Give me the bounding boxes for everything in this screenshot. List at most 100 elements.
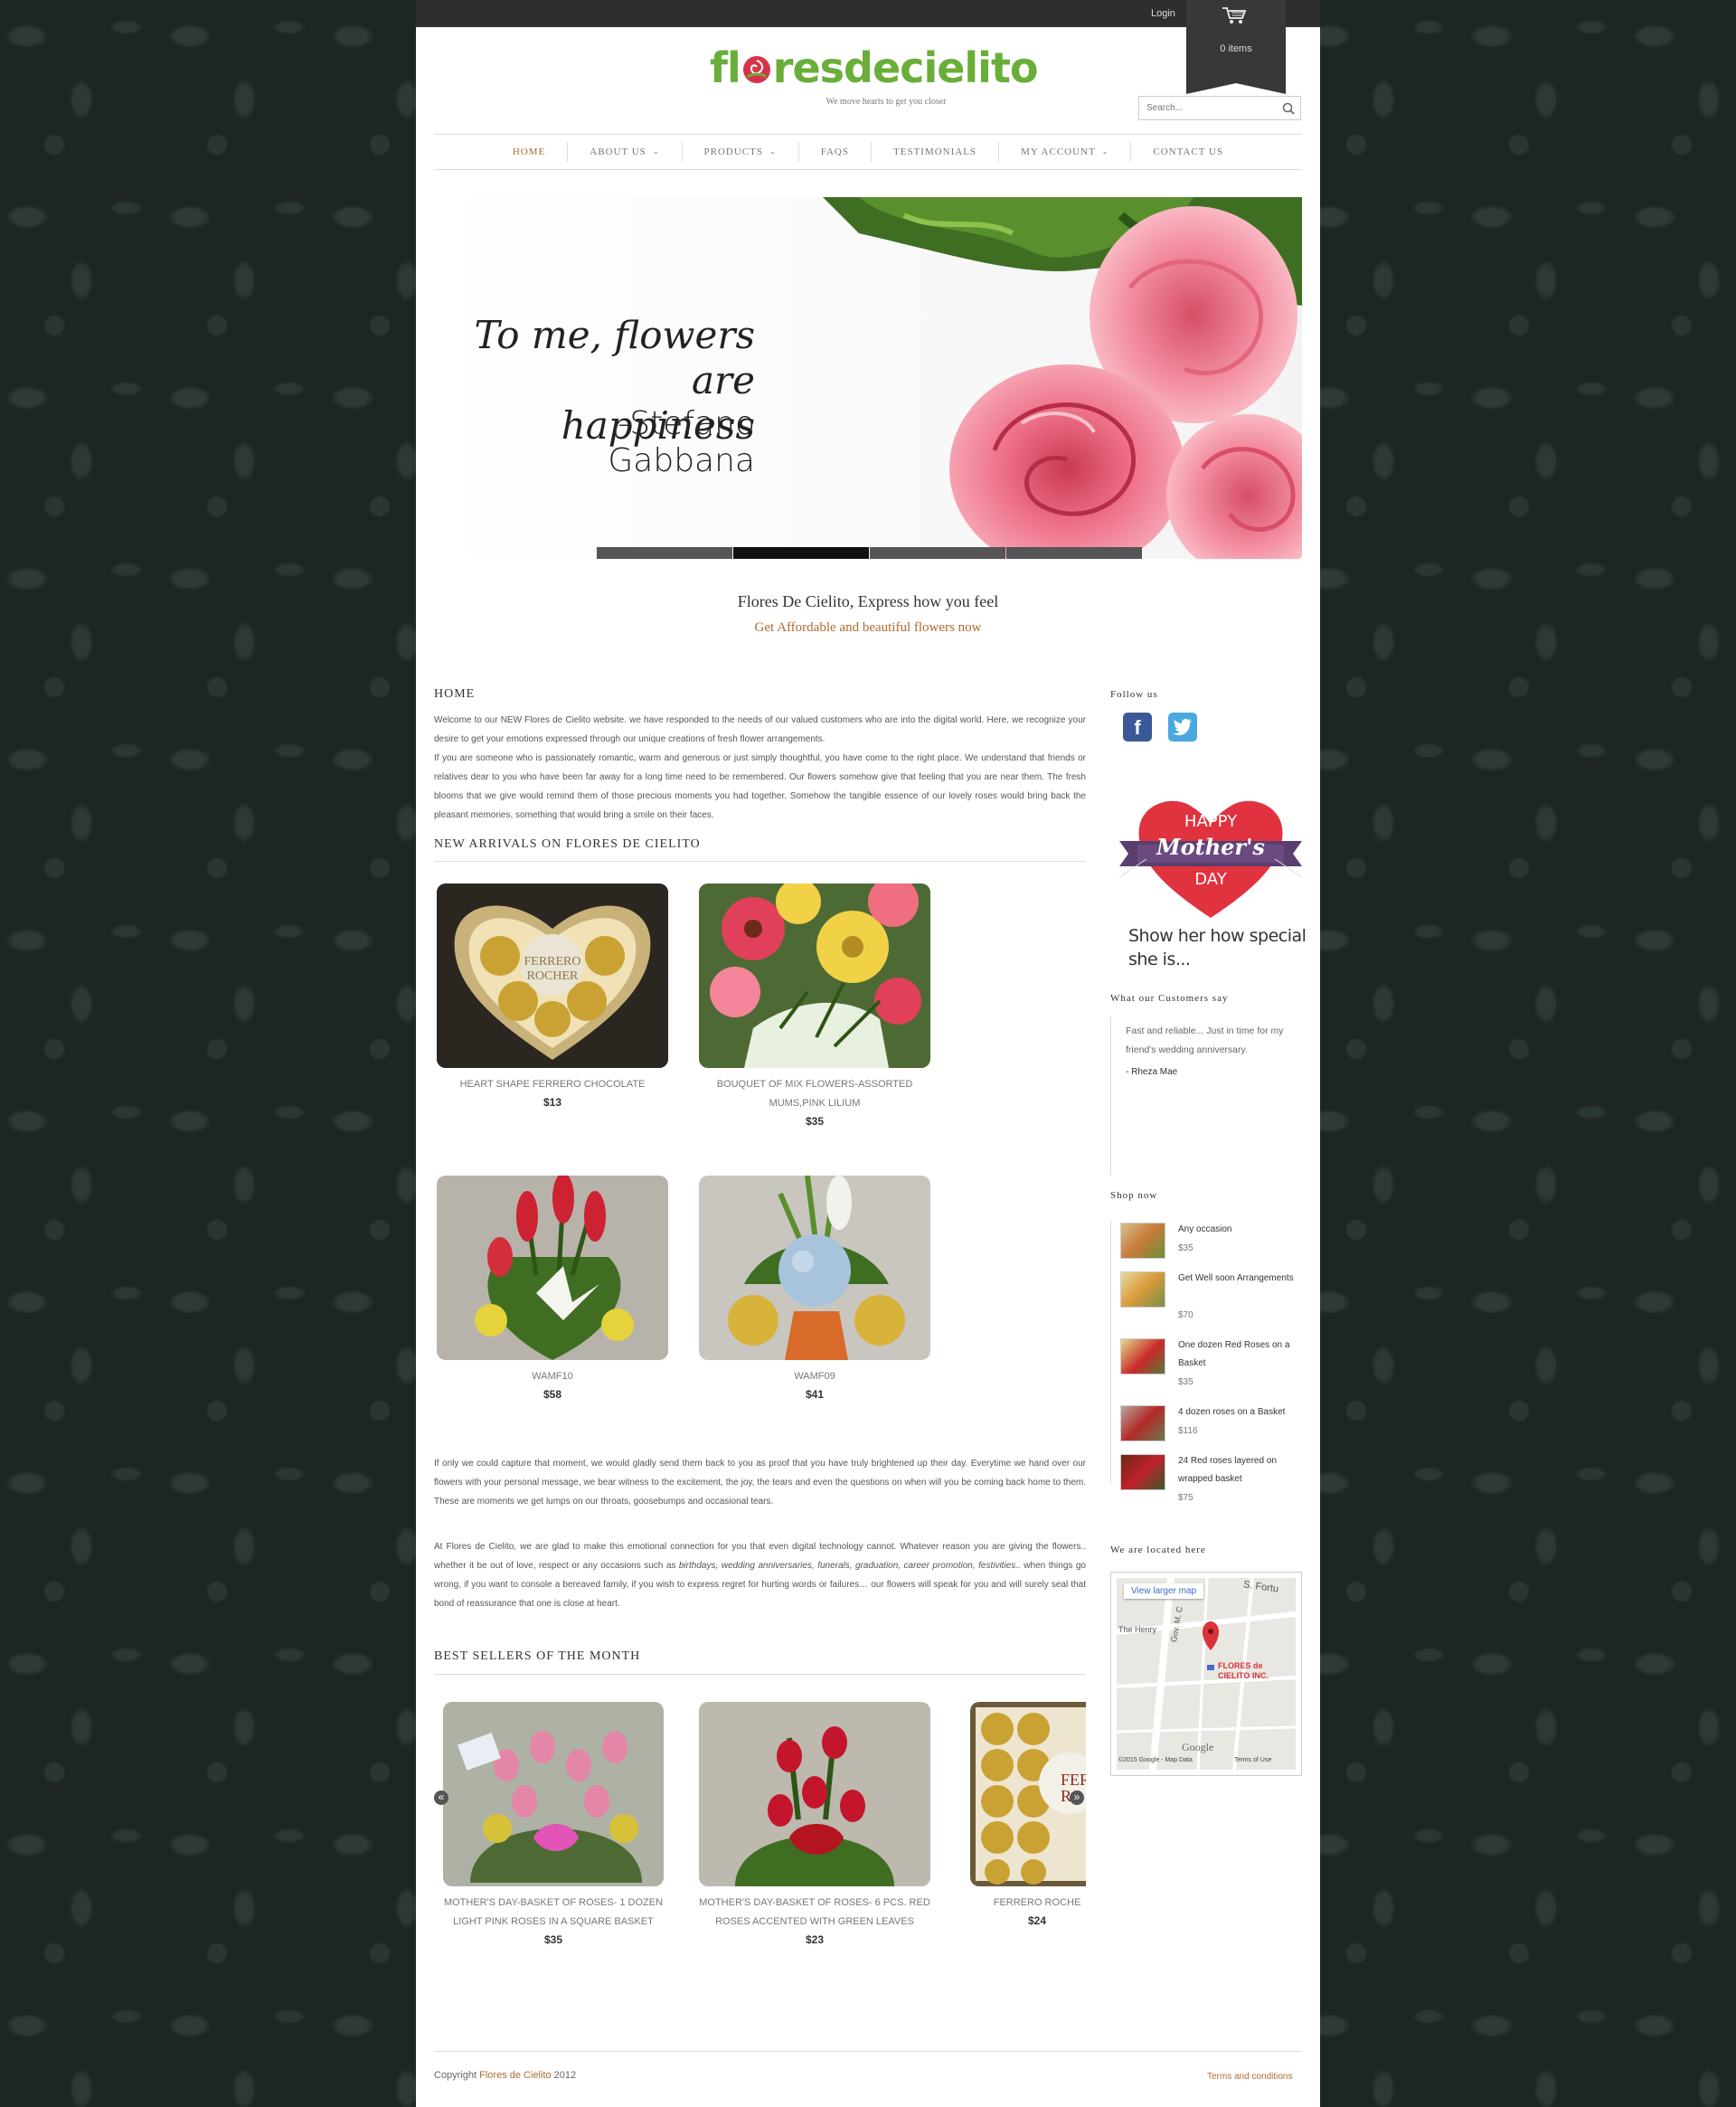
logo-text-end: resdecielito: [772, 43, 1039, 92]
product-image[interactable]: [699, 883, 930, 1068]
product-card[interactable]: FERRE RO FERRERO ROCHE $24: [970, 1702, 1086, 1929]
promo-text: Show her how special she is...: [1128, 926, 1307, 969]
slider-dot-2[interactable]: [733, 547, 869, 559]
nav-item-products[interactable]: PRODUCTS ⌄: [683, 142, 799, 162]
product-price: $24: [970, 1913, 1086, 1929]
shop-thumb[interactable]: [1120, 1271, 1165, 1308]
product-price: $58: [542, 1388, 562, 1401]
shop-item-price: $75: [1178, 1493, 1194, 1503]
testimonial-text: Fast and reliable... Just in time for my…: [1126, 1025, 1284, 1055]
shop-thumb[interactable]: [1120, 1454, 1165, 1490]
copyright-year: 2012: [551, 2070, 577, 2081]
testimonial-box: Fast and reliable... Just in time for my…: [1110, 1016, 1302, 1176]
facebook-icon[interactable]: f: [1123, 713, 1152, 742]
product-image[interactable]: [699, 1702, 930, 1886]
pink-roses-basket-icon: [443, 1702, 664, 1886]
chevron-down-icon: ⌄: [652, 147, 660, 156]
login-link[interactable]: Login: [1151, 8, 1175, 19]
product-name-text: FERRERO ROCHE: [993, 1897, 1081, 1908]
product-card[interactable]: MOTHER'S DAY-BASKET OF ROSES- 6 PCS. RED…: [699, 1702, 930, 1948]
shop-item-price: $35: [1178, 1377, 1194, 1387]
top-bar: Login: [416, 0, 1320, 27]
shop-list: Any occasion $35 Get Well soon Arrangeme…: [1110, 1221, 1305, 1503]
site-logo[interactable]: fl resdecielito: [710, 43, 1039, 92]
product-name[interactable]: MOTHER'S DAY-BASKET OF ROSES- 6 PCS. RED…: [699, 1894, 930, 1932]
intro-title: Flores De Cielito, Express how you feel: [737, 592, 999, 610]
nav-item-label: HOME: [512, 146, 546, 157]
nav-item-about-us[interactable]: ABOUT US ⌄: [568, 142, 683, 162]
product-name[interactable]: MOTHER'S DAY-BASKET OF ROSES- 1 DOZEN LI…: [443, 1894, 664, 1932]
map-terms-link[interactable]: Terms of Use: [1234, 1757, 1271, 1763]
slider-dot-1[interactable]: [597, 547, 732, 559]
page: Login 0 items fl resdecielito We move he…: [416, 0, 1320, 2107]
product-card[interactable]: MOTHER'S DAY-BASKET OF ROSES- 1 DOZEN LI…: [443, 1702, 664, 1948]
best-sellers-carousel: MOTHER'S DAY-BASKET OF ROSES- 1 DOZEN LI…: [434, 1702, 1086, 1982]
product-price-text: $24: [1027, 1914, 1047, 1927]
product-price: $23: [805, 1933, 825, 1946]
quote-line-1: To me, flowers are: [474, 313, 755, 402]
product-card[interactable]: WAMF10 $58: [437, 1176, 668, 1403]
shop-item-name[interactable]: Any occasion: [1178, 1221, 1305, 1239]
mothers-day-promo[interactable]: HAPPY Mother's DAY Show her how special …: [1118, 787, 1307, 977]
terms-link[interactable]: Terms and conditions: [1207, 2072, 1293, 2082]
map-title: We are located here: [1110, 1545, 1206, 1555]
nav-item-label: ABOUT US: [590, 146, 646, 157]
story-paragraph-1: If only we could capture that moment, we…: [434, 1459, 1086, 1507]
tagline: We move hearts to get you closer: [826, 97, 947, 107]
product-card[interactable]: BOUQUET OF MIX FLOWERS-ASSORTED MUMS,PIN…: [699, 883, 930, 1129]
nav-item-faqs[interactable]: FAQS: [799, 142, 872, 162]
product-name[interactable]: WAMF09: [699, 1367, 930, 1386]
shop-item-name[interactable]: Get Well soon Arrangements: [1178, 1270, 1305, 1288]
product-image[interactable]: [443, 1702, 664, 1886]
product-image[interactable]: FERRE RO: [970, 1702, 1086, 1886]
shop-thumb[interactable]: [1120, 1405, 1165, 1441]
chevron-down-icon: ⌄: [1101, 147, 1109, 156]
product-name[interactable]: BOUQUET OF MIX FLOWERS-ASSORTED MUMS,PIN…: [699, 1075, 930, 1113]
nav-item-testimonials[interactable]: TESTIMONIALS: [872, 142, 1000, 162]
product-name[interactable]: FERRERO ROCHE: [970, 1894, 1086, 1913]
cart-count: 0 items: [1220, 43, 1252, 54]
nav-item-label: FAQS: [820, 146, 849, 157]
story-occasions: birthdays, wedding anniversaries, funera…: [678, 1561, 1021, 1571]
shop-item-price: $116: [1178, 1426, 1198, 1436]
shop-title: Shop now: [1110, 1190, 1158, 1201]
search-input[interactable]: [1139, 97, 1275, 119]
map-copyright: ©2015 Google - Map Data: [1118, 1757, 1193, 1763]
shop-thumb[interactable]: [1120, 1223, 1165, 1259]
mixed-flowers-icon: [699, 883, 930, 1068]
nav-item-label: PRODUCTS: [703, 146, 763, 157]
nav-item-label: MY ACCOUNT: [1021, 146, 1096, 157]
story-paragraph-2: At Flores de Cielito, we are glad to mak…: [434, 1537, 1086, 1613]
shop-item-name[interactable]: 4 dozen roses on a Basket: [1178, 1403, 1305, 1422]
nav-item-contact-us[interactable]: CONTACT US: [1131, 142, 1245, 162]
logo-text-start: fl: [710, 43, 741, 92]
product-name[interactable]: HEART SHAPE FERRERO CHOCOLATE: [437, 1075, 668, 1094]
product-card[interactable]: FERRERO ROCHER HEART SHAPE FERRERO CHOCO…: [437, 883, 668, 1110]
cart-widget[interactable]: 0 items: [1186, 0, 1286, 94]
twitter-icon[interactable]: [1168, 713, 1197, 742]
product-image[interactable]: [437, 1176, 668, 1360]
carousel-prev-button[interactable]: «: [434, 1790, 448, 1805]
product-price: $35: [543, 1933, 563, 1946]
product-image[interactable]: FERRERO ROCHER: [437, 883, 668, 1068]
promo-day: DAY: [1194, 870, 1227, 889]
product-card[interactable]: WAMF09 $41: [699, 1176, 930, 1403]
shop-thumb[interactable]: [1120, 1338, 1165, 1375]
shop-item-name[interactable]: 24 Red roses layered on wrapped basket: [1178, 1452, 1305, 1488]
promo-happy: HAPPY: [1184, 812, 1238, 831]
product-price: $41: [805, 1388, 825, 1401]
nav-item-my-account[interactable]: MY ACCOUNT ⌄: [999, 142, 1132, 162]
shop-item-name[interactable]: One dozen Red Roses on a Basket: [1178, 1337, 1305, 1373]
map-canvas[interactable]: View larger map The Henry Gov. M. C S. F…: [1117, 1578, 1296, 1770]
product-image[interactable]: [699, 1176, 930, 1360]
map-larger-link[interactable]: View larger map: [1124, 1583, 1204, 1599]
copyright-brand-link[interactable]: Flores de Cielito: [479, 2070, 551, 2081]
slider-dot-4[interactable]: [1006, 547, 1142, 559]
product-price: $35: [805, 1115, 825, 1128]
product-name[interactable]: WAMF10: [437, 1367, 668, 1386]
carousel-next-button[interactable]: »: [1070, 1790, 1084, 1805]
slider-dot-3[interactable]: [870, 547, 1005, 559]
map-embed[interactable]: View larger map The Henry Gov. M. C S. F…: [1110, 1572, 1302, 1776]
nav-item-home[interactable]: HOME: [491, 142, 569, 162]
search-icon[interactable]: [1282, 102, 1295, 115]
